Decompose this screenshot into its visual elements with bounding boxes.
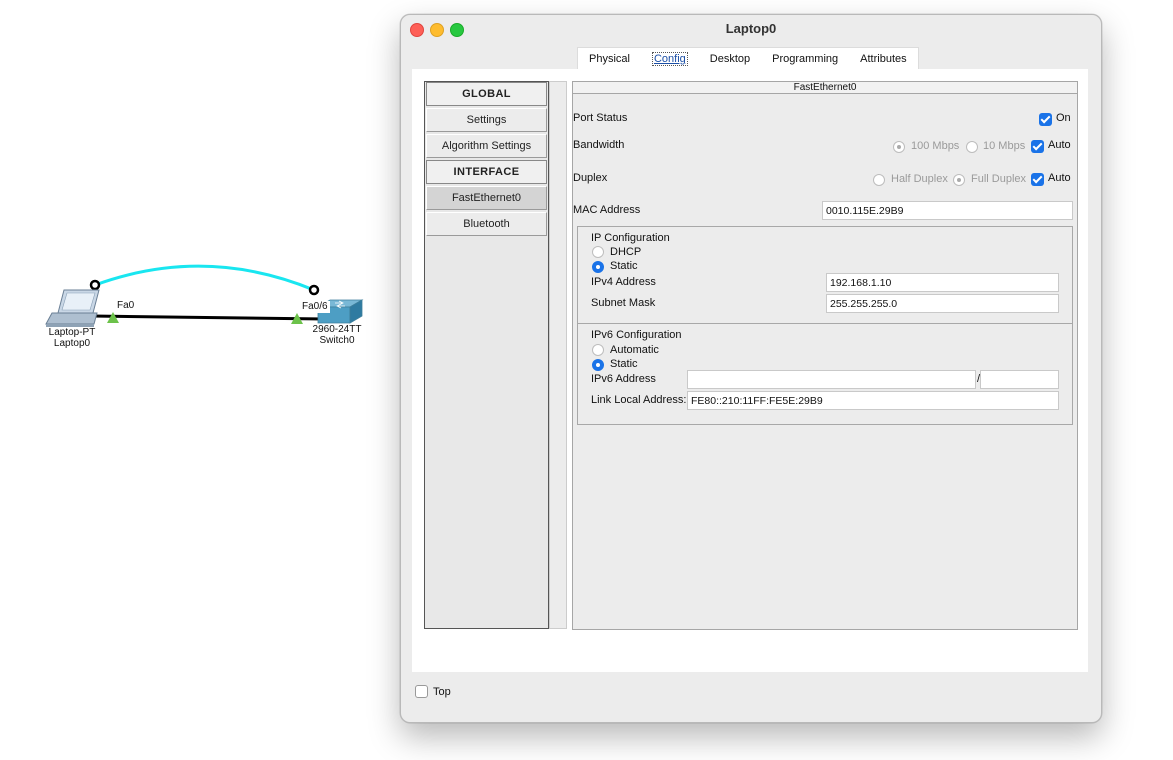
tab-attributes[interactable]: Attributes — [849, 48, 917, 70]
laptop-icon[interactable] — [45, 289, 100, 327]
tab-desktop[interactable]: Desktop — [699, 48, 761, 70]
sidebar-item-fastethernet0[interactable]: FastEthernet0 — [426, 186, 547, 210]
ipv6-address-field[interactable] — [687, 370, 976, 389]
topology-canvas[interactable]: Fa0 Fa0/6 Laptop-PT Laptop0 2960-24TT Sw… — [0, 0, 400, 760]
ip-config-group: IP Configuration DHCP Static IPv4 Addres… — [577, 226, 1073, 324]
interface-title: FastEthernet0 — [573, 82, 1077, 94]
laptop-name-label: Laptop0 — [53, 338, 91, 349]
sidebar-item-bluetooth[interactable]: Bluetooth — [426, 212, 547, 236]
tab-attributes-label: Attributes — [860, 53, 907, 65]
bandwidth-auto-checkbox[interactable] — [1031, 140, 1044, 153]
mac-address-label: MAC Address — [573, 204, 641, 216]
ipv6-config-title: IPv6 Configuration — [591, 329, 682, 341]
link-arc — [94, 264, 315, 292]
dhcp-radio[interactable] — [592, 246, 604, 258]
sidebar-header-interface: INTERFACE — [426, 160, 547, 184]
tab-physical-label: Physical — [589, 53, 630, 65]
sidebar-item-algorithm-settings[interactable]: Algorithm Settings — [426, 134, 547, 158]
mac-address-field[interactable]: 0010.115E.29B9 — [822, 201, 1073, 220]
link-local-field[interactable]: FE80::210:11FF:FE5E:29B9 — [687, 391, 1059, 410]
sidebar-scrollbar[interactable] — [549, 81, 567, 629]
tab-programming-label: Programming — [772, 53, 839, 65]
ethernet-link[interactable] — [91, 314, 326, 321]
window-titlebar[interactable]: Laptop0 — [401, 15, 1101, 43]
bandwidth-10-radio[interactable] — [966, 141, 978, 153]
bandwidth-label: Bandwidth — [573, 139, 625, 151]
switch-type-label: 2960-24TT — [312, 324, 362, 335]
laptop-type-label: Laptop-PT — [48, 327, 96, 338]
link-endpoint-laptop[interactable] — [89, 279, 101, 291]
config-content: GLOBAL Settings Algorithm Settings INTER… — [412, 69, 1088, 672]
ip-config-title: IP Configuration — [591, 232, 670, 244]
ipv6-automatic-radio[interactable] — [592, 344, 604, 356]
duplex-label: Duplex — [573, 172, 608, 184]
ipv6-automatic-label: Automatic — [610, 344, 659, 356]
tab-config[interactable]: Config — [641, 48, 699, 72]
port-status-checkbox[interactable] — [1039, 113, 1052, 126]
ipv4-address-field[interactable]: 192.168.1.10 — [826, 273, 1059, 292]
subnet-mask-label: Subnet Mask — [591, 297, 656, 309]
duplex-auto-label: Auto — [1048, 172, 1071, 184]
ipv4-static-radio[interactable] — [592, 261, 604, 273]
ipv4-static-label: Static — [610, 260, 638, 272]
switch-name-label: Switch0 — [319, 335, 355, 346]
device-config-window: Laptop0 Physical Config Desktop Programm… — [400, 14, 1102, 723]
window-title: Laptop0 — [725, 21, 777, 36]
ipv6-static-label: Static — [610, 358, 638, 370]
laptop-port-label: Fa0 — [115, 300, 137, 312]
bandwidth-10-label: 10 Mbps — [983, 140, 1026, 152]
topology-svg — [45, 264, 364, 327]
dhcp-label: DHCP — [610, 246, 642, 258]
link-endpoint-switch[interactable] — [308, 284, 320, 296]
bandwidth-100-radio[interactable] — [893, 141, 905, 153]
duplex-full-radio[interactable] — [953, 174, 965, 186]
top-checkbox-label: Top — [433, 686, 451, 698]
duplex-half-label: Half Duplex — [891, 173, 948, 185]
port-status-label: Port Status — [573, 112, 628, 124]
ipv6-address-label: IPv6 Address — [591, 373, 656, 385]
switch-port-label: Fa0/6 — [300, 301, 330, 313]
duplex-half-radio[interactable] — [873, 174, 885, 186]
duplex-full-label: Full Duplex — [971, 173, 1027, 185]
bandwidth-100-label: 100 Mbps — [911, 140, 960, 152]
tab-physical[interactable]: Physical — [578, 48, 641, 70]
ipv6-prefix-field[interactable] — [980, 370, 1059, 389]
bandwidth-auto-label: Auto — [1048, 139, 1071, 151]
ipv4-address-label: IPv4 Address — [591, 276, 656, 288]
tab-desktop-label: Desktop — [709, 53, 751, 65]
interface-panel: FastEthernet0 Port Status On Bandwidth 1… — [572, 81, 1078, 630]
sidebar-header-global: GLOBAL — [426, 82, 547, 106]
config-sidebar: GLOBAL Settings Algorithm Settings INTER… — [424, 81, 549, 629]
tab-bar: Physical Config Desktop Programming Attr… — [577, 47, 919, 72]
subnet-mask-field[interactable]: 255.255.255.0 — [826, 294, 1059, 313]
sidebar-item-settings[interactable]: Settings — [426, 108, 547, 132]
ipv6-static-radio[interactable] — [592, 359, 604, 371]
top-checkbox[interactable] — [415, 685, 428, 698]
tab-config-label: Config — [651, 52, 688, 66]
tab-programming[interactable]: Programming — [761, 48, 849, 70]
port-status-on-label: On — [1056, 112, 1071, 124]
ipv6-config-group: IPv6 Configuration Automatic Static IPv6… — [577, 323, 1073, 425]
duplex-auto-checkbox[interactable] — [1031, 173, 1044, 186]
link-local-label: Link Local Address: — [591, 394, 687, 406]
